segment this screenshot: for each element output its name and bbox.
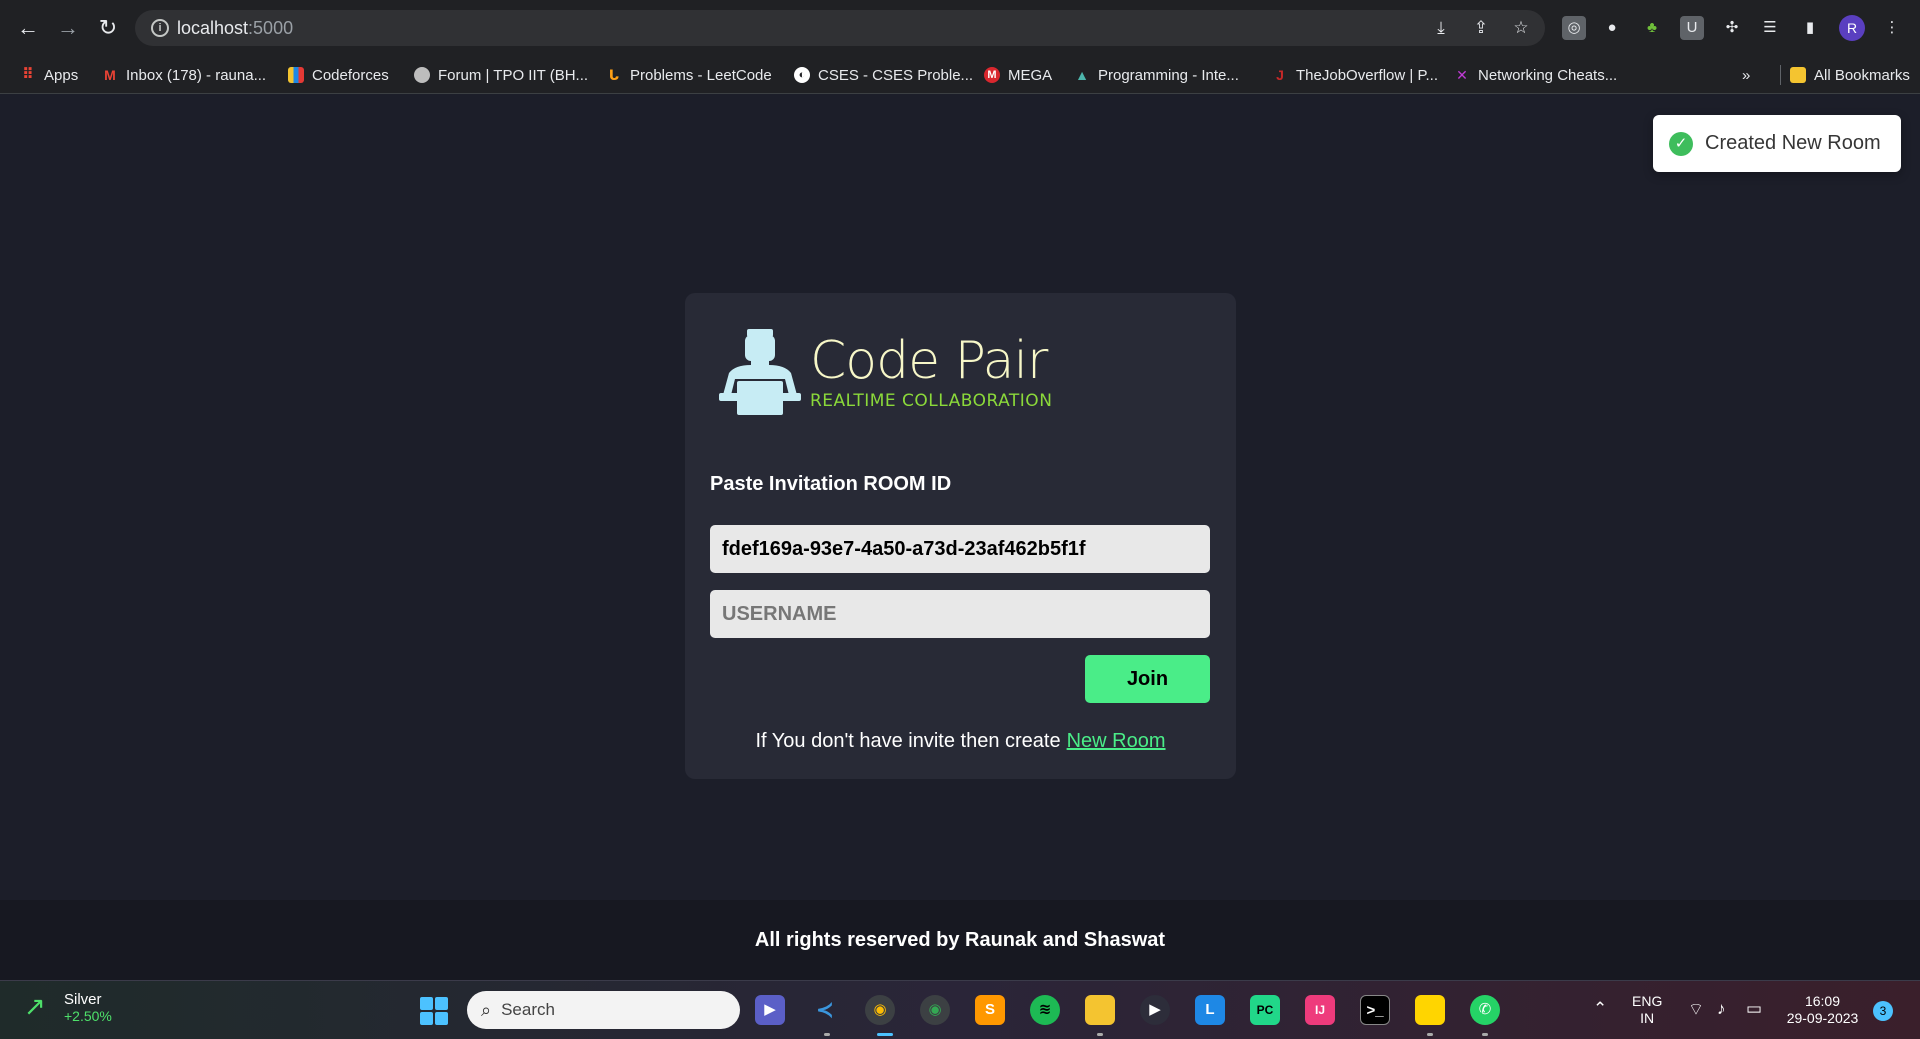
clock-date: 29-09-2023 xyxy=(1786,1010,1859,1026)
tpo-icon xyxy=(414,67,430,83)
widget-title: Silver xyxy=(64,991,102,1008)
extension-tree-icon[interactable]: ♣ xyxy=(1640,16,1664,40)
pycharm-icon[interactable]: PC xyxy=(1250,995,1280,1025)
mega-icon: M xyxy=(984,67,1000,83)
start-windows-icon[interactable] xyxy=(420,997,448,1025)
bookmark-item[interactable]: M Inbox (178) - rauna... xyxy=(102,65,266,85)
media-control-icon[interactable]: ☰ xyxy=(1758,16,1782,40)
extension-glasses-icon[interactable]: ◎ xyxy=(1562,16,1586,40)
running-indicator xyxy=(1482,1033,1488,1036)
stocks-widget[interactable]: ↗ Silver +2.50% xyxy=(24,991,112,1024)
wifi-icon[interactable]: ⌔ xyxy=(1688,999,1704,1020)
bookmark-item[interactable]: ◐ CSES - CSES Proble... xyxy=(794,65,973,85)
extension-drop-icon[interactable]: ● xyxy=(1600,16,1624,40)
teams-icon[interactable]: ▶ xyxy=(755,995,785,1025)
reload-icon[interactable]: ↻ xyxy=(94,14,122,42)
active-indicator xyxy=(877,1033,893,1036)
check-circle-icon: ✓ xyxy=(1669,131,1693,156)
jobOverflow-icon: J xyxy=(1276,67,1284,83)
running-indicator xyxy=(1097,1033,1103,1036)
extensions-puzzle-icon[interactable]: ✣ xyxy=(1720,16,1744,40)
share-icon[interactable]: ⇪ xyxy=(1471,18,1491,38)
bookmark-item[interactable]: ᒐ Problems - LeetCode xyxy=(606,65,772,85)
menu-kebab-icon[interactable]: ⋮ xyxy=(1880,16,1904,40)
mountain-icon: ▲ xyxy=(1075,67,1089,83)
browser-toolbar: ← → ↻ i localhost:5000 ⤓ ⇪ ☆ ◎ ● ♣ U ✣ ☰… xyxy=(0,0,1920,56)
bookmark-item[interactable]: ⠿ Apps xyxy=(20,65,78,85)
folder-icon xyxy=(1790,67,1806,83)
media-player-icon[interactable]: ▶ xyxy=(1140,995,1170,1025)
profile-avatar[interactable]: R xyxy=(1839,15,1865,41)
page-body: ✓ Created New Room Code Pair REALTIME CO… xyxy=(0,95,1920,900)
bookmark-item[interactable]: Codeforces xyxy=(288,65,389,85)
trend-up-icon: ↗ xyxy=(24,991,46,1021)
new-room-link[interactable]: New Room xyxy=(1067,730,1166,752)
sublime-icon[interactable]: S xyxy=(975,995,1005,1025)
leetcode-icon: ᒐ xyxy=(608,67,620,83)
region-code: IN xyxy=(1640,1010,1655,1026)
bookmark-item[interactable]: Forum | TPO IIT (BH... xyxy=(414,65,588,85)
sticky-notes-icon[interactable] xyxy=(1415,995,1445,1025)
invite-text: If You don't have invite then create New … xyxy=(685,730,1236,753)
chrome-icon[interactable]: ◉ xyxy=(920,995,950,1025)
site-info-icon[interactable]: i xyxy=(151,19,169,37)
intellij-icon[interactable]: IJ xyxy=(1305,995,1335,1025)
back-arrow-icon[interactable]: ← xyxy=(14,14,42,42)
gmail-icon: M xyxy=(104,67,116,83)
join-room-card: Code Pair REALTIME COLLABORATION Paste I… xyxy=(685,293,1236,779)
bookmark-star-icon[interactable]: ☆ xyxy=(1511,18,1531,38)
terminal-icon[interactable]: >_ xyxy=(1360,995,1390,1025)
bookmark-item[interactable]: All Bookmarks xyxy=(1778,65,1910,85)
language-indicator[interactable]: ENG IN xyxy=(1632,993,1662,1027)
bookmarks-bar: ⠿ Apps M Inbox (178) - rauna... Codeforces… xyxy=(0,56,1920,94)
forward-arrow-icon[interactable]: → xyxy=(54,14,82,42)
brand-name: Code Pair xyxy=(810,331,1048,391)
join-button[interactable]: Join xyxy=(1085,655,1210,703)
apps-grid-icon: ⠿ xyxy=(22,66,34,83)
chevron-up-icon[interactable]: ⌃ xyxy=(1593,999,1607,1019)
whatsapp-icon[interactable]: ✆ xyxy=(1470,995,1500,1025)
bookmark-item[interactable]: J TheJobOverflow | P... xyxy=(1272,65,1438,85)
room-id-input[interactable] xyxy=(710,525,1210,573)
taskbar-search[interactable]: ⌕ Search xyxy=(467,991,740,1029)
l-app-icon[interactable]: L xyxy=(1195,995,1225,1025)
spotify-icon[interactable]: ≋ xyxy=(1030,995,1060,1025)
language-code: ENG xyxy=(1632,993,1663,1009)
windows-taskbar: ↗ Silver +2.50% ⌕ Search ▶ ≺ ◉ ◉ S ≋ ▶ L… xyxy=(0,980,1920,1039)
bookmark-item[interactable]: ✕ Networking Cheats... xyxy=(1454,65,1617,85)
chrome-profile-icon[interactable]: ◉ xyxy=(865,995,895,1025)
room-id-label: Paste Invitation ROOM ID xyxy=(710,473,952,495)
network-icon: ✕ xyxy=(1456,67,1468,83)
cses-icon: ◐ xyxy=(794,67,810,83)
install-app-icon[interactable]: ⤓ xyxy=(1431,18,1451,38)
file-explorer-icon[interactable] xyxy=(1085,995,1115,1025)
clock[interactable]: 16:09 29-09-2023 xyxy=(1780,993,1865,1027)
side-panel-icon[interactable]: ▮ xyxy=(1798,16,1822,40)
search-icon: ⌕ xyxy=(481,999,492,1020)
bookmark-item[interactable]: ▲ Programming - Inte... xyxy=(1074,65,1239,85)
brand: Code Pair REALTIME COLLABORATION xyxy=(810,333,1052,411)
running-indicator xyxy=(1427,1033,1433,1036)
widget-value: +2.50% xyxy=(64,1008,112,1024)
running-indicator xyxy=(824,1033,830,1036)
developer-logo-icon xyxy=(719,329,801,415)
address-bar[interactable]: i localhost:5000 ⤓ ⇪ ☆ xyxy=(135,10,1545,46)
bookmarks-overflow-icon[interactable]: » xyxy=(1742,65,1750,85)
bookmark-item[interactable]: M MEGA xyxy=(984,65,1052,85)
footer-text: All rights reserved by Raunak and Shaswa… xyxy=(754,929,1166,951)
username-input[interactable] xyxy=(710,590,1210,638)
toast-notification[interactable]: ✓ Created New Room xyxy=(1653,115,1901,172)
url-text[interactable]: localhost:5000 xyxy=(177,18,293,39)
search-label: Search xyxy=(501,1000,555,1019)
volume-icon[interactable]: ♪ xyxy=(1717,999,1726,1019)
extension-u-icon[interactable]: U xyxy=(1680,16,1704,40)
brand-tagline: REALTIME COLLABORATION xyxy=(810,391,1053,411)
codeforces-icon xyxy=(288,67,304,83)
notification-badge[interactable]: 3 xyxy=(1873,1001,1893,1021)
vscode-icon[interactable]: ≺ xyxy=(810,995,840,1025)
battery-icon[interactable]: ▭ xyxy=(1746,999,1762,1019)
toast-message: Created New Room xyxy=(1705,132,1881,154)
invite-prompt: If You don't have invite then create xyxy=(755,730,1061,752)
clock-time: 16:09 xyxy=(1804,993,1841,1009)
